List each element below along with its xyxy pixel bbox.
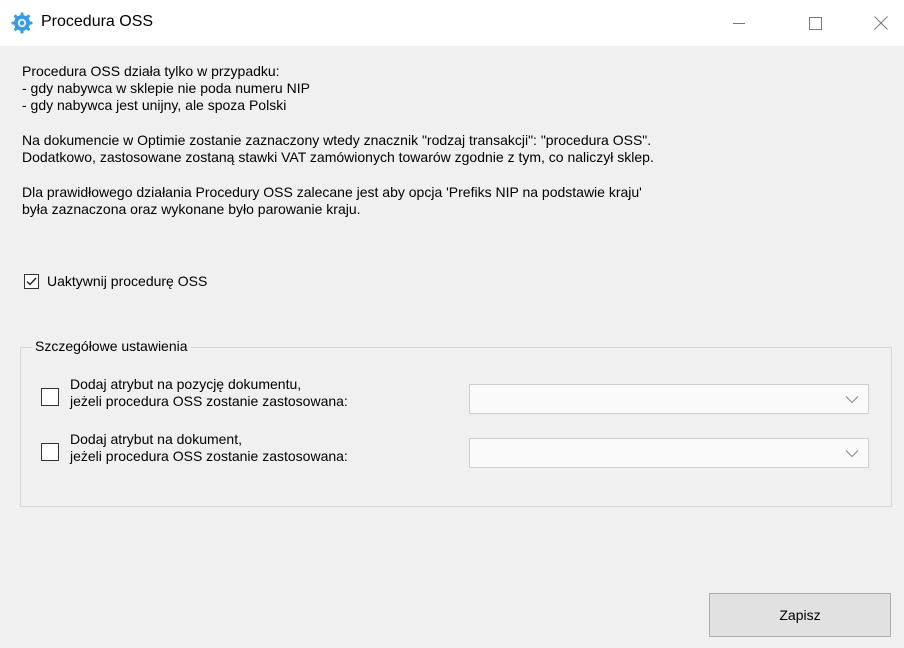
document-attribute-label-line1[interactable]: Dodaj atrybut na dokument, bbox=[70, 431, 242, 448]
minimize-button[interactable] bbox=[716, 0, 762, 46]
close-icon bbox=[874, 16, 888, 30]
info-text-line: Dla prawidłowego działania Procedury OSS… bbox=[22, 184, 642, 200]
close-button[interactable] bbox=[858, 0, 904, 46]
info-text-line: Procedura OSS działa tylko w przypadku: bbox=[22, 63, 280, 79]
details-groupbox-legend: Szczegółowe ustawienia bbox=[32, 338, 191, 355]
chevron-down-icon bbox=[845, 396, 859, 404]
save-button[interactable]: Zapisz bbox=[709, 593, 891, 637]
details-groupbox bbox=[20, 347, 892, 507]
maximize-button[interactable] bbox=[792, 0, 838, 46]
document-attribute-label-line2[interactable]: jeżeli procedura OSS zostanie zastosowan… bbox=[70, 448, 348, 465]
info-text-line: była zaznaczona oraz wykonane było parow… bbox=[22, 201, 361, 217]
checkmark-icon bbox=[26, 277, 37, 286]
maximize-icon bbox=[809, 17, 822, 30]
document-attribute-checkbox[interactable] bbox=[41, 443, 59, 461]
activate-oss-checkbox[interactable] bbox=[24, 274, 39, 289]
info-text-line: - gdy nabywca w sklepie nie poda numeru … bbox=[22, 80, 310, 96]
dialog-content: Procedura OSS działa tylko w przypadku: … bbox=[0, 46, 904, 648]
info-text-line: - gdy nabywca jest unijny, ale spoza Pol… bbox=[22, 97, 287, 113]
title-bar[interactable]: Procedura OSS bbox=[0, 0, 904, 46]
oss-gear-icon bbox=[11, 12, 33, 34]
document-attribute-dropdown[interactable] bbox=[469, 438, 869, 468]
position-attribute-label-line2[interactable]: jeżeli procedura OSS zostanie zastosowan… bbox=[70, 393, 348, 410]
info-text-line: Na dokumencie w Optimie zostanie zaznacz… bbox=[22, 132, 652, 148]
position-attribute-checkbox[interactable] bbox=[41, 388, 59, 406]
position-attribute-label-line1[interactable]: Dodaj atrybut na pozycję dokumentu, bbox=[70, 376, 301, 393]
position-attribute-dropdown[interactable] bbox=[469, 384, 869, 414]
window-title: Procedura OSS bbox=[41, 13, 154, 30]
activate-oss-label[interactable]: Uaktywnij procedurę OSS bbox=[47, 273, 207, 290]
info-text-line: Dodatkowo, zastosowane zostaną stawki VA… bbox=[22, 149, 654, 165]
chevron-down-icon bbox=[845, 450, 859, 458]
minimize-icon bbox=[733, 23, 745, 24]
